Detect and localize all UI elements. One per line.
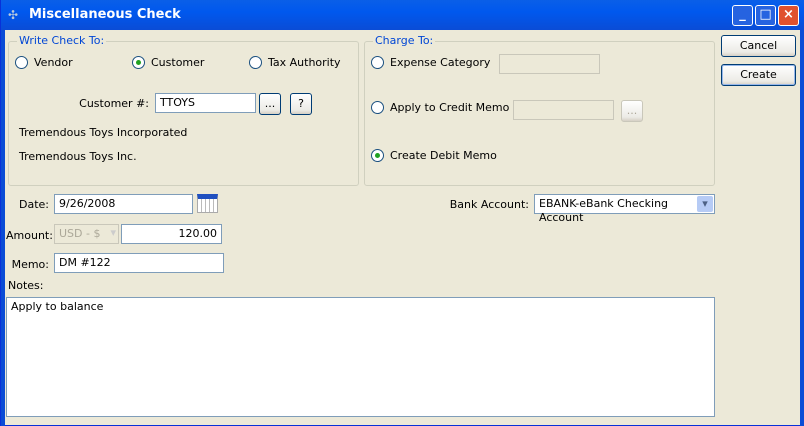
- radio-tax-authority[interactable]: Tax Authority: [249, 56, 341, 69]
- memo-label: Memo:: [11, 258, 49, 271]
- charge-to-group: Charge To: Expense Category Apply to Cre…: [364, 34, 715, 186]
- radio-circle[interactable]: [371, 101, 384, 114]
- amount-label: Amount:: [6, 229, 53, 242]
- radio-label: Expense Category: [390, 56, 491, 69]
- customer-input[interactable]: TTOYS: [155, 93, 256, 113]
- app-icon: ✣: [8, 8, 19, 22]
- group-legend: Charge To:: [373, 34, 436, 47]
- amount-input[interactable]: 120.00: [121, 224, 222, 244]
- radio-vendor[interactable]: Vendor: [15, 56, 73, 69]
- date-input[interactable]: 9/26/2008: [54, 194, 193, 214]
- create-button[interactable]: Create: [721, 64, 796, 86]
- radio-circle[interactable]: [371, 149, 384, 162]
- chevron-down-icon: ▾: [110, 226, 116, 239]
- window-border: [800, 30, 804, 426]
- chevron-down-icon[interactable]: ▾: [697, 196, 713, 212]
- notes-label: Notes:: [8, 279, 44, 292]
- maximize-button[interactable]: □: [755, 5, 776, 26]
- radio-label: Apply to Credit Memo: [390, 101, 510, 114]
- memo-input[interactable]: DM #122: [54, 253, 224, 273]
- customer-label: Customer #:: [79, 97, 149, 110]
- credit-memo-lookup-button[interactable]: ...: [621, 100, 643, 122]
- window: ✣ Miscellaneous Check _ □ × Write Check …: [0, 0, 804, 426]
- radio-circle[interactable]: [15, 56, 28, 69]
- customer-lookup-button[interactable]: ...: [259, 93, 281, 115]
- radio-circle[interactable]: [249, 56, 262, 69]
- radio-label: Create Debit Memo: [390, 149, 497, 162]
- radio-circle[interactable]: [132, 56, 145, 69]
- title-bar: ✣ Miscellaneous Check _ □ ×: [1, 0, 804, 30]
- close-button[interactable]: ×: [778, 5, 799, 26]
- notes-textarea[interactable]: Apply to balance: [6, 297, 715, 417]
- currency-value: USD - $: [59, 227, 101, 240]
- radio-customer[interactable]: Customer: [132, 56, 204, 69]
- window-border: [1, 30, 5, 426]
- credit-memo-input[interactable]: [513, 100, 614, 120]
- radio-circle[interactable]: [371, 56, 384, 69]
- customer-short-name: Tremendous Toys Inc.: [19, 150, 137, 163]
- currency-select[interactable]: USD - $ ▾: [54, 224, 119, 244]
- radio-apply-credit-memo[interactable]: Apply to Credit Memo: [371, 101, 509, 114]
- group-legend: Write Check To:: [17, 34, 107, 47]
- radio-expense-category[interactable]: Expense Category: [371, 56, 490, 69]
- radio-label: Vendor: [34, 56, 73, 69]
- write-check-to-group: Write Check To: Vendor Customer Tax Auth…: [8, 34, 359, 186]
- calendar-icon[interactable]: [197, 194, 218, 213]
- radio-label: Tax Authority: [268, 56, 341, 69]
- minimize-button[interactable]: _: [732, 5, 753, 26]
- bank-account-select[interactable]: EBANK-eBank Checking Account ▾: [534, 194, 715, 224]
- customer-name: Tremendous Toys Incorporated: [19, 126, 188, 139]
- radio-create-debit-memo[interactable]: Create Debit Memo: [371, 149, 497, 162]
- bank-account-value: EBANK-eBank Checking Account: [539, 197, 669, 224]
- window-title: Miscellaneous Check: [29, 7, 181, 22]
- cancel-button[interactable]: Cancel: [721, 35, 796, 57]
- bank-account-label: Bank Account:: [449, 198, 529, 211]
- customer-help-button[interactable]: ?: [290, 93, 312, 115]
- radio-label: Customer: [151, 56, 205, 69]
- expense-category-input[interactable]: [499, 54, 600, 74]
- date-label: Date:: [19, 198, 49, 211]
